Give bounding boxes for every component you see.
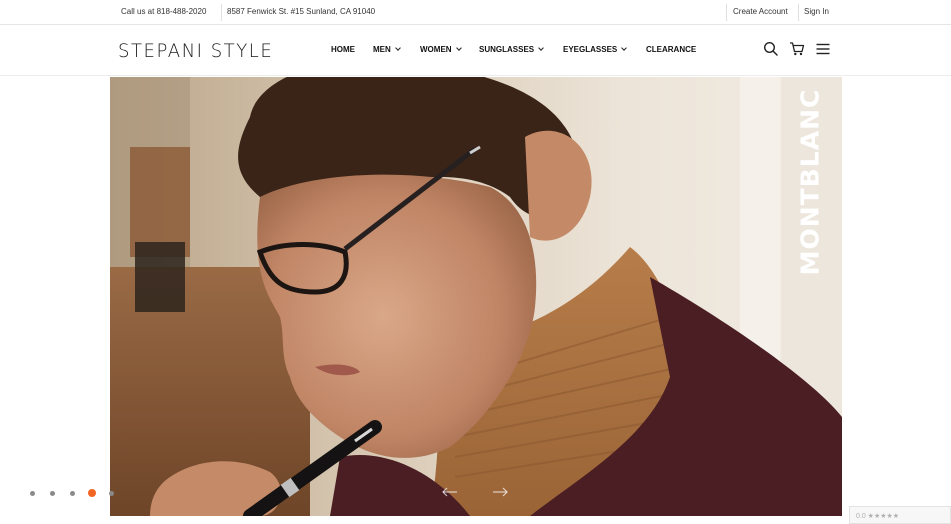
carousel-dot-4[interactable] [88,489,96,497]
menu-icon[interactable] [815,41,831,57]
chevron-down-icon [538,45,544,51]
nav-label: WOMEN [420,45,452,54]
brand-wordmark: MONTBLANC [790,89,830,276]
cart-icon[interactable] [789,41,805,57]
next-slide-arrow-icon[interactable] [491,485,509,497]
nav-label: MEN [373,45,391,54]
nav-item-women[interactable]: WOMEN [420,45,462,54]
hero-image [110,77,842,516]
divider [726,4,727,21]
rating-text: 0.0 ★★★★★ [856,513,900,520]
rating-badge[interactable]: 0.0 ★★★★★ [849,506,951,524]
store-address: 8587 Fenwick St. #15 Sunland, CA 91040 [227,7,376,16]
phone-number[interactable]: Call us at 818-488-2020 [121,7,206,16]
search-icon[interactable] [763,41,779,57]
carousel-dot-3[interactable] [70,491,75,496]
brand-label: MONTBLANC [795,88,825,276]
hero-banner[interactable] [110,77,842,516]
nav-label: HOME [331,45,355,54]
utility-bar: Call us at 818-488-2020 8587 Fenwick St.… [0,0,951,25]
divider [221,4,222,21]
nav-label: CLEARANCE [646,45,697,54]
prev-slide-arrow-icon[interactable] [441,485,459,497]
divider [798,4,799,21]
nav-label: SUNGLASSES [479,45,535,54]
site-header: STEPANI STYLE HOME MEN WOMEN SUNGLASSES … [0,26,951,76]
chevron-down-icon [394,45,401,51]
sign-in-link[interactable]: Sign In [804,7,829,16]
nav-item-sunglasses[interactable]: SUNGLASSES [479,45,544,54]
chevron-down-icon [455,45,462,51]
carousel-dot-1[interactable] [30,491,35,496]
create-account-link[interactable]: Create Account [733,7,788,16]
nav-item-men[interactable]: MEN [373,45,401,54]
site-logo[interactable]: STEPANI STYLE [118,40,273,62]
nav-item-home[interactable]: HOME [331,45,355,54]
carousel-dot-5[interactable] [109,491,114,496]
nav-item-clearance[interactable]: CLEARANCE [646,45,696,54]
nav-item-eyeglasses[interactable]: EYEGLASSES [563,45,628,54]
chevron-down-icon [621,45,628,51]
carousel-dot-2[interactable] [50,491,55,496]
nav-label: EYEGLASSES [563,45,618,54]
